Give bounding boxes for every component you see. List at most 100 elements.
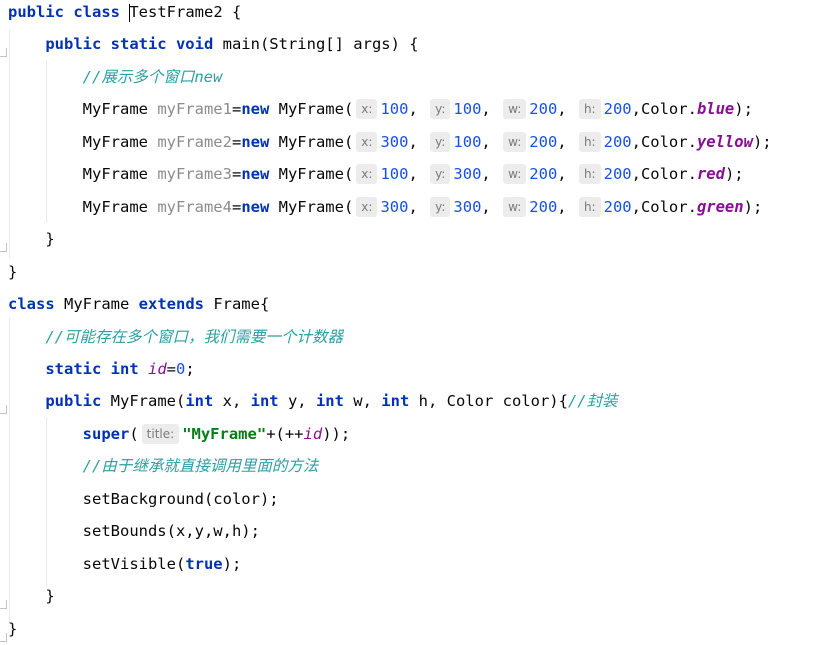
code-line[interactable]: MyFrame myFrame2=new MyFrame(x: 300, y: 10… <box>8 126 772 158</box>
code-line[interactable]: } <box>8 613 17 645</box>
code-line[interactable]: //由于继承就直接调用里面的方法 <box>8 450 319 482</box>
code-token: setBackground(color); <box>8 489 279 508</box>
fold-marker-icon[interactable] <box>0 632 7 642</box>
parameter-hint: w: <box>503 196 527 217</box>
code-token: = <box>231 100 242 119</box>
code-token-fld: id <box>147 359 167 378</box>
fold-marker-icon[interactable] <box>0 243 7 253</box>
code-token: = <box>231 197 242 216</box>
code-token: setBounds(x,y,w,h); <box>8 522 260 541</box>
code-token: h, Color color){ <box>418 392 568 411</box>
code-token-num: 200 <box>603 165 632 184</box>
code-line[interactable]: setBounds(x,y,w,h); <box>8 515 260 547</box>
code-token-num: 100 <box>453 132 482 151</box>
code-token: MyFrame( <box>278 132 354 151</box>
code-line[interactable]: public class TestFrame2 { <box>8 0 241 28</box>
code-token: ; <box>185 359 195 378</box>
code-token-kw: public static void <box>45 35 223 54</box>
code-token: } <box>8 262 18 281</box>
parameter-hint: y: <box>430 131 451 152</box>
code-line[interactable]: MyFrame myFrame1=new MyFrame(x: 100, y: 10… <box>8 93 753 125</box>
parameter-hint: title: <box>141 423 180 444</box>
code-token-unused: myFrame3 <box>157 165 232 184</box>
code-token-num: 200 <box>529 197 558 216</box>
parameter-hint: y: <box>430 164 451 185</box>
code-token-num: 200 <box>603 197 632 216</box>
code-token-num: 100 <box>380 165 409 184</box>
code-token-kw: int <box>315 392 354 411</box>
code-token-kw: class <box>8 295 64 314</box>
code-token: MyFrame <box>64 295 139 314</box>
code-token: MyFrame <box>8 132 158 151</box>
code-line[interactable]: setBackground(color); <box>8 483 279 515</box>
code-line[interactable]: public MyFrame(int x, int y, int w, int … <box>8 385 618 417</box>
code-token-kw: public class <box>8 3 130 21</box>
code-token-kw: new <box>241 165 279 184</box>
code-token: , <box>481 165 501 184</box>
code-token: MyFrame( <box>278 100 354 119</box>
code-token: ); <box>724 165 744 184</box>
code-token: MyFrame <box>8 100 158 119</box>
code-token: , <box>557 197 576 216</box>
fold-marker-icon[interactable] <box>0 405 7 415</box>
code-token: MyFrame( <box>110 392 186 411</box>
fold-marker-icon[interactable] <box>0 600 7 610</box>
code-token: , <box>408 100 428 119</box>
parameter-hint: h: <box>578 196 601 217</box>
code-line[interactable]: class MyFrame extends Frame{ <box>8 288 269 320</box>
code-token: MyFrame <box>8 197 158 216</box>
code-line[interactable]: super(title: "MyFrame"+(++id)); <box>8 418 350 450</box>
code-token-num: 300 <box>453 197 482 216</box>
parameter-hint: y: <box>430 196 451 217</box>
code-token: w, <box>353 392 382 411</box>
code-token: ,Color. <box>631 197 697 216</box>
code-token-num: 0 <box>176 359 186 378</box>
parameter-hint: x: <box>356 131 378 152</box>
code-token-kw: new <box>241 197 279 216</box>
code-token: Frame{ <box>213 295 270 314</box>
code-line[interactable]: MyFrame myFrame4=new MyFrame(x: 300, y: 30… <box>8 191 762 223</box>
code-token: ,Color. <box>631 165 697 184</box>
code-token-num: 200 <box>529 165 558 184</box>
code-token-num: 300 <box>380 132 409 151</box>
code-token: ); <box>752 132 772 151</box>
code-line[interactable]: } <box>8 223 54 255</box>
code-line[interactable]: //可能存在多个窗口，我们需要一个计数器 <box>8 321 343 353</box>
code-token: ); <box>222 554 242 573</box>
code-token: MyFrame( <box>278 197 354 216</box>
parameter-hint: x: <box>356 164 378 185</box>
code-token: , <box>408 132 428 151</box>
code-token: } <box>8 619 18 638</box>
code-token-cmt: //封装 <box>567 392 618 411</box>
fold-marker-icon[interactable] <box>0 48 7 58</box>
code-line[interactable]: MyFrame myFrame3=new MyFrame(x: 100, y: 30… <box>8 158 744 190</box>
code-token: , <box>481 197 501 216</box>
code-token-kw: new <box>241 100 279 119</box>
code-line[interactable]: public static void main(String[] args) { <box>8 28 418 60</box>
code-token-kw: int <box>250 392 288 411</box>
code-token-kw: int <box>381 392 419 411</box>
code-token-cmt: //展示多个窗口new <box>82 67 223 86</box>
parameter-hint: y: <box>430 99 451 120</box>
code-token-kw: static int <box>45 359 148 378</box>
code-token: = <box>166 359 176 378</box>
code-token-unused: myFrame2 <box>157 132 232 151</box>
code-token: , <box>481 100 501 119</box>
code-line[interactable]: } <box>8 256 17 288</box>
code-token-kw: extends <box>138 295 214 314</box>
code-token-num: 300 <box>453 165 482 184</box>
code-line[interactable]: } <box>8 580 54 612</box>
code-editor[interactable]: public class TestFrame2 { public static … <box>0 0 826 642</box>
code-token-str: "MyFrame" <box>182 424 267 443</box>
code-token: , <box>557 100 576 119</box>
code-token: ); <box>743 197 763 216</box>
code-line[interactable]: setVisible(true); <box>8 548 242 580</box>
code-token: setVisible( <box>8 554 186 573</box>
code-line[interactable]: //展示多个窗口new <box>8 61 223 93</box>
code-line[interactable]: static int id=0; <box>8 353 195 385</box>
